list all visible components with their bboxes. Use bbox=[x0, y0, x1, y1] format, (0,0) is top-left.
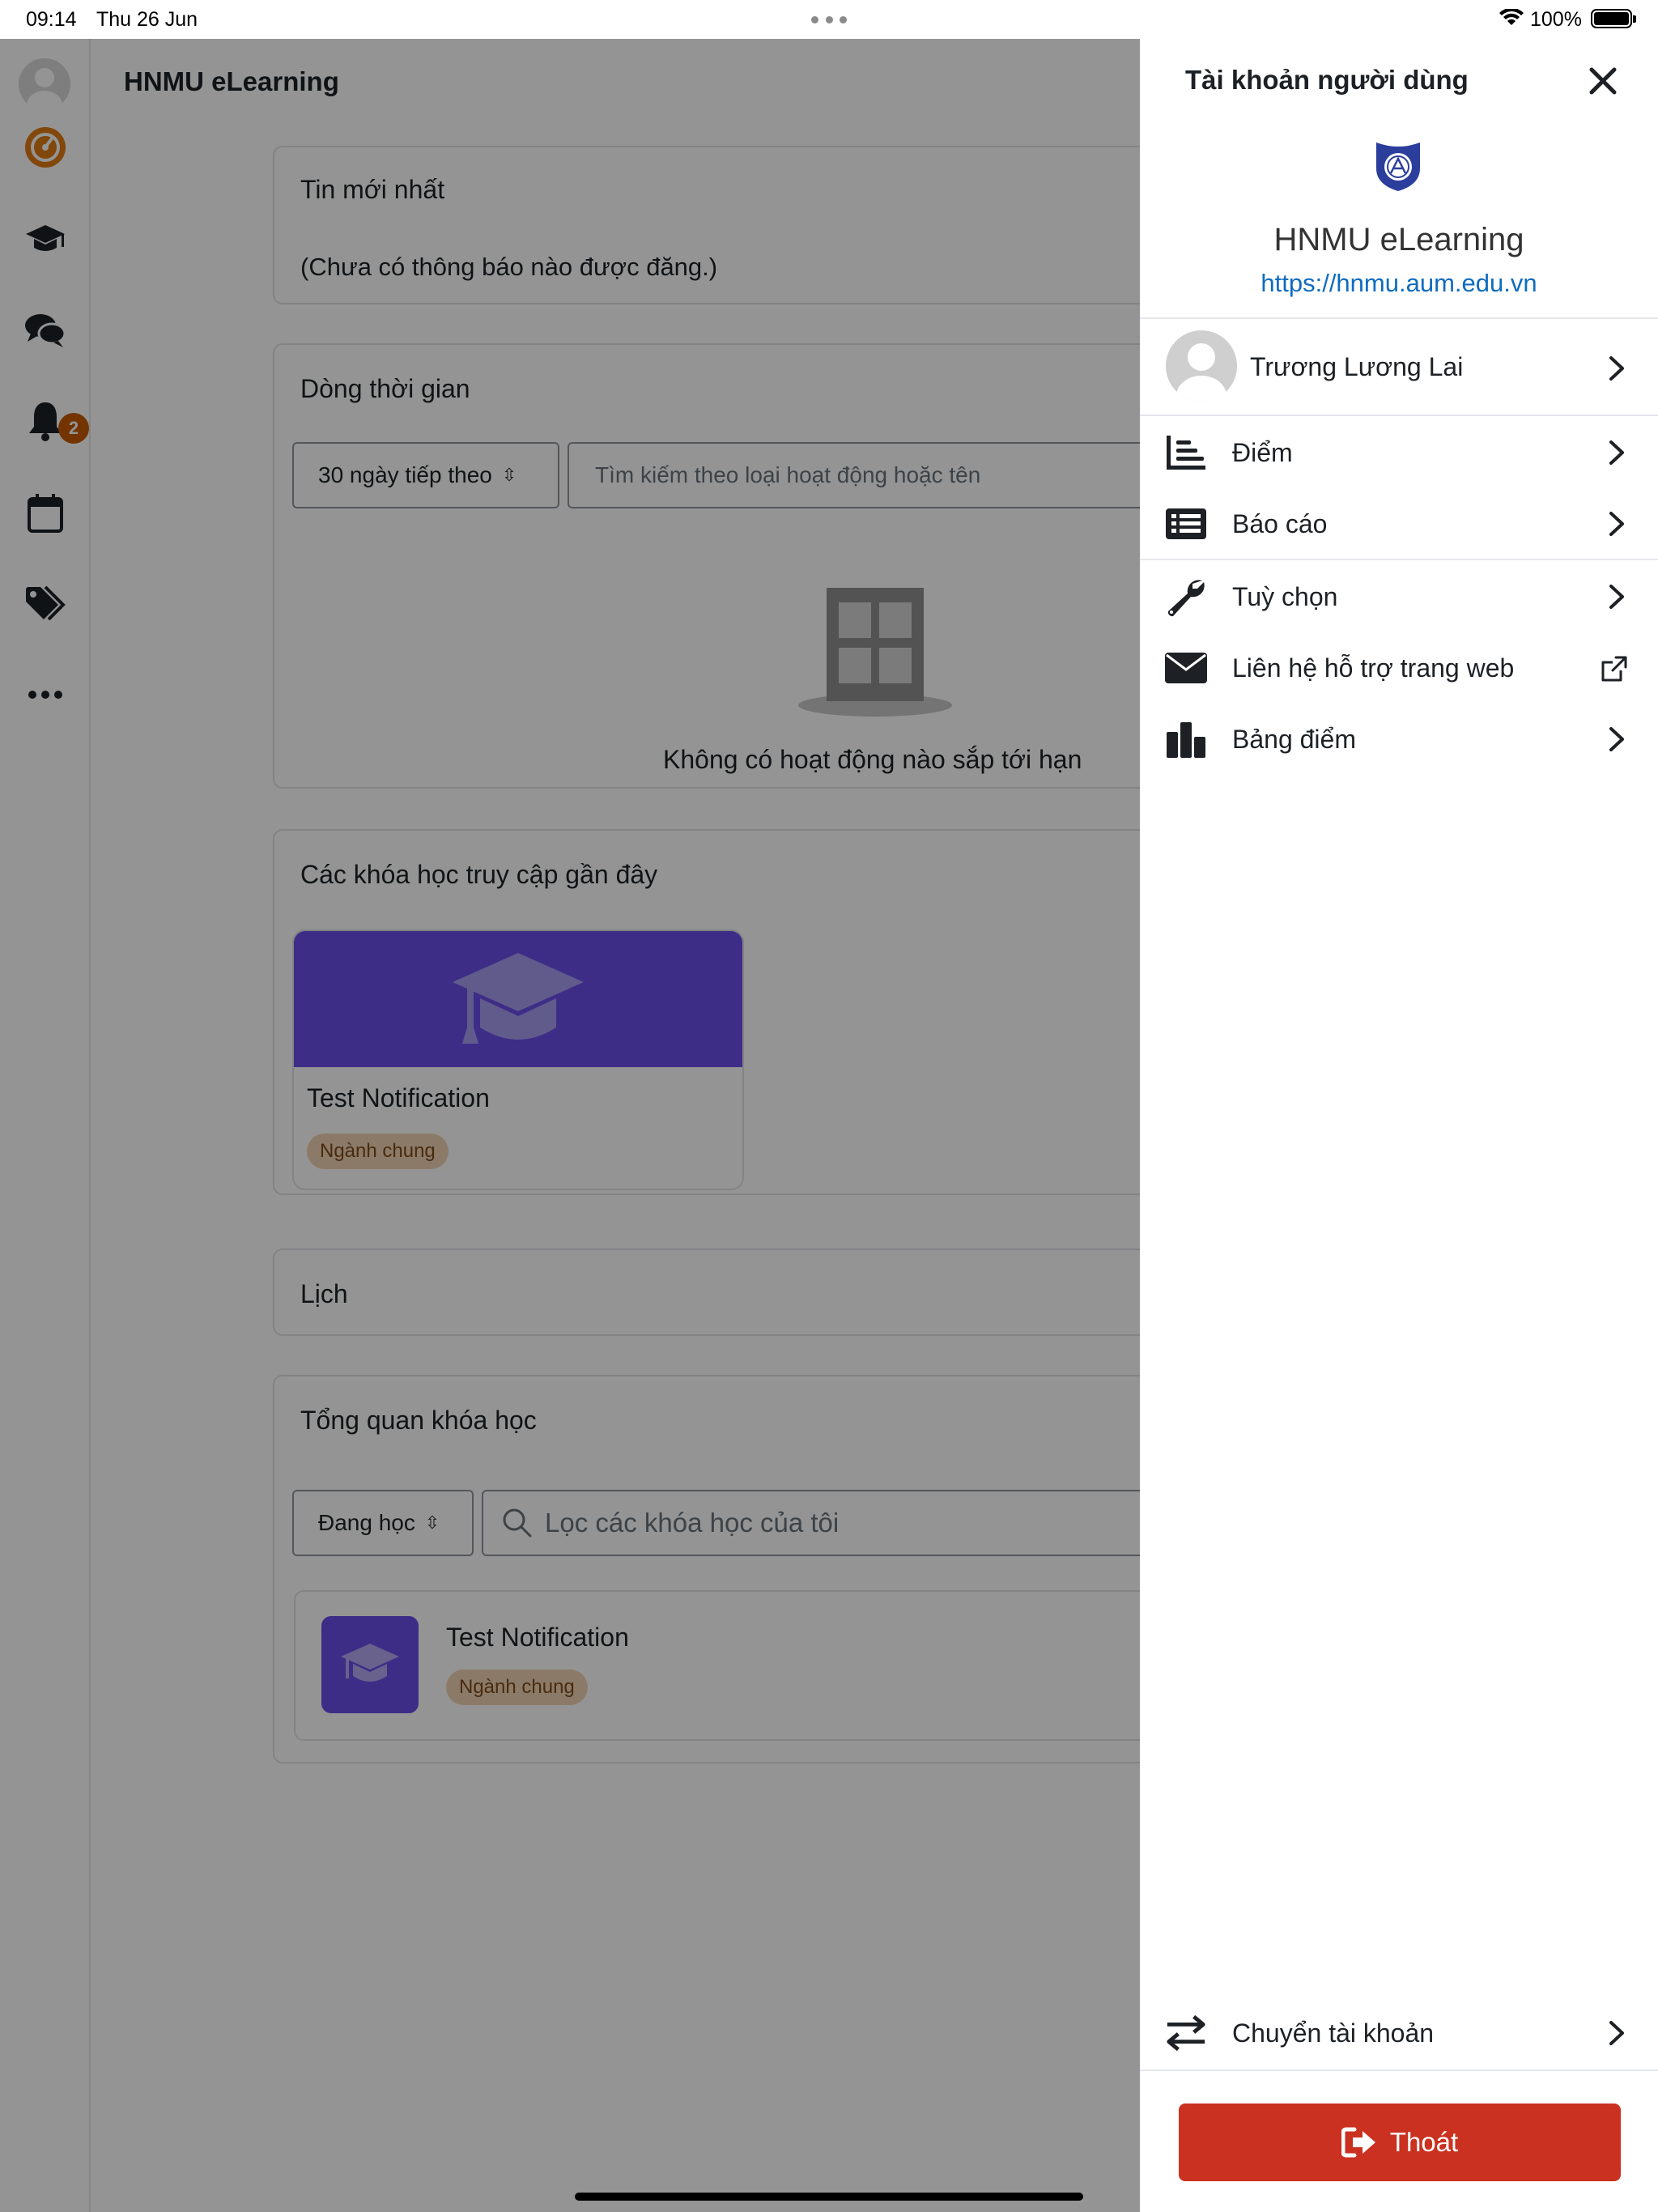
switch-account-label: Chuyển tài khoản bbox=[1232, 2018, 1435, 2048]
wrench-icon bbox=[1164, 576, 1208, 617]
report-list-icon bbox=[1164, 504, 1208, 544]
logout-button[interactable]: Thoát bbox=[1179, 2104, 1621, 2181]
modal-backdrop[interactable] bbox=[0, 39, 1140, 2212]
divider bbox=[1140, 415, 1658, 416]
menu-item-reports[interactable]: Báo cáo bbox=[1140, 489, 1658, 559]
site-logo-icon bbox=[1376, 143, 1420, 191]
switch-arrows-icon bbox=[1164, 2013, 1208, 2053]
multitasking-dots[interactable] bbox=[811, 16, 847, 23]
user-name: Trương Lương Lai bbox=[1250, 352, 1464, 381]
home-indicator[interactable] bbox=[575, 2193, 1083, 2201]
menu-label: Liên hệ hỗ trợ trang web bbox=[1232, 653, 1515, 683]
drawer-title: Tài khoản người dùng bbox=[1185, 65, 1469, 95]
badges-bar-icon bbox=[1164, 719, 1208, 759]
site-url-link[interactable]: https://hnmu.aum.edu.vn bbox=[1140, 269, 1658, 298]
envelope-icon bbox=[1164, 648, 1208, 688]
user-profile-row[interactable]: Trương Lương Lai bbox=[1140, 325, 1658, 411]
battery-percent: 100% bbox=[1530, 8, 1582, 31]
chevron-right-icon bbox=[1609, 727, 1624, 751]
site-name: HNMU eLearning bbox=[1273, 222, 1524, 257]
user-avatar bbox=[1166, 330, 1237, 402]
menu-item-gradebook[interactable]: Bảng điểm bbox=[1140, 704, 1658, 774]
divider bbox=[1140, 317, 1658, 319]
chevron-right-icon bbox=[1609, 2021, 1624, 2045]
status-time: 09:14 bbox=[26, 8, 77, 31]
divider bbox=[1140, 559, 1658, 560]
sign-out-icon bbox=[1341, 2127, 1375, 2158]
menu-item-grades[interactable]: Điểm bbox=[1140, 418, 1658, 487]
menu-item-contact-support[interactable]: Liên hệ hỗ trợ trang web bbox=[1140, 633, 1658, 703]
status-bar: 09:14 Thu 26 Jun 100% bbox=[0, 0, 1658, 39]
switch-account-row[interactable]: Chuyển tài khoản bbox=[1140, 1998, 1658, 2068]
menu-label: Bảng điểm bbox=[1232, 725, 1356, 754]
menu-label: Điểm bbox=[1232, 438, 1293, 467]
user-account-drawer: Tài khoản người dùng HNMU eLearning http… bbox=[1140, 39, 1658, 2212]
battery-icon bbox=[1591, 9, 1636, 28]
wifi-icon bbox=[1499, 9, 1524, 25]
menu-label: Báo cáo bbox=[1232, 509, 1328, 538]
chevron-right-icon bbox=[1609, 356, 1624, 381]
close-icon[interactable] bbox=[1584, 62, 1622, 100]
divider bbox=[1140, 2069, 1658, 2071]
chevron-right-icon bbox=[1609, 585, 1624, 609]
status-date: Thu 26 Jun bbox=[96, 8, 198, 31]
logout-label: Thoát bbox=[1389, 2127, 1459, 2157]
menu-item-preferences[interactable]: Tuỳ chọn bbox=[1140, 562, 1658, 632]
chevron-right-icon bbox=[1609, 512, 1624, 536]
menu-label: Tuỳ chọn bbox=[1232, 582, 1338, 611]
external-link-icon bbox=[1601, 656, 1627, 682]
grades-icon bbox=[1164, 432, 1208, 473]
chevron-right-icon bbox=[1609, 440, 1624, 465]
